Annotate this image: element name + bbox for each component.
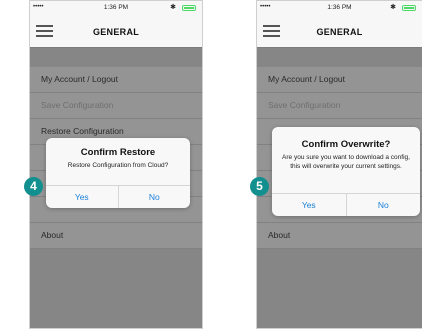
- dialog-message: Restore Configuration from Cloud?: [67, 162, 169, 169]
- no-button[interactable]: No: [345, 194, 421, 216]
- confirm-overwrite-dialog: Confirm Overwrite? Are you sure you want…: [272, 127, 420, 216]
- dialog-title: Confirm Overwrite?: [301, 139, 391, 150]
- dialog-message: Are you sure you want to download a conf…: [282, 154, 410, 170]
- yes-button[interactable]: Yes: [272, 194, 346, 216]
- status-bar: ••••• 1:36 PM ✱: [30, 1, 202, 15]
- battery-icon: [402, 5, 416, 11]
- nav-bar: GENERAL: [30, 15, 202, 48]
- battery-icon: [182, 5, 196, 11]
- bluetooth-icon: ✱: [170, 4, 176, 11]
- dialog-buttons: Yes No: [46, 185, 190, 208]
- confirm-restore-dialog: Confirm Restore Restore Configuration fr…: [46, 138, 190, 208]
- step-badge: 4: [24, 177, 43, 196]
- status-bar: ••••• 1:36 PM ✱: [257, 1, 422, 15]
- status-time: 1:36 PM: [327, 4, 352, 11]
- bluetooth-icon: ✱: [390, 4, 396, 11]
- step-badge: 5: [250, 177, 269, 196]
- phone-screen-restore: ••••• 1:36 PM ✱ GENERAL My Account / Log…: [29, 0, 203, 329]
- nav-bar: GENERAL: [257, 15, 422, 48]
- status-time: 1:36 PM: [103, 4, 129, 11]
- page-title: GENERAL: [92, 27, 140, 37]
- phone-screen-overwrite: ••••• 1:36 PM ✱ GENERAL My Account / Log…: [256, 0, 422, 329]
- dialog-title: Confirm Restore: [80, 147, 156, 158]
- dialog-buttons: Yes No: [272, 193, 420, 216]
- no-button[interactable]: No: [117, 186, 191, 208]
- yes-button[interactable]: Yes: [46, 186, 118, 208]
- page-title: GENERAL: [316, 27, 363, 37]
